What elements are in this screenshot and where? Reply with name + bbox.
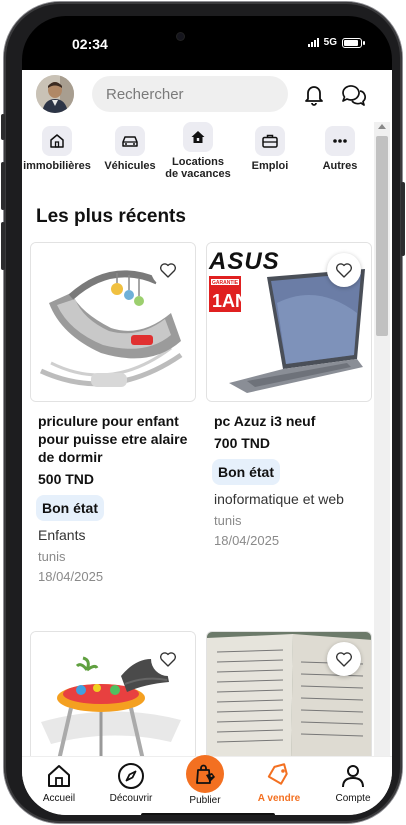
house-rent-icon bbox=[183, 122, 213, 152]
nav-compte[interactable]: Compte bbox=[318, 761, 388, 804]
search-bar[interactable] bbox=[92, 76, 288, 112]
nav-a-vendre[interactable]: A vendre bbox=[244, 761, 314, 804]
scrollbar-thumb[interactable] bbox=[376, 136, 388, 336]
category-immobilieres[interactable]: immobilières bbox=[22, 126, 93, 172]
category-bar: immobilières Véhicules Locations de vacan… bbox=[22, 122, 376, 196]
warranty-label: GARANTIE bbox=[212, 280, 239, 286]
volume-down-button bbox=[1, 222, 5, 270]
category-locations-vacances[interactable]: Locations de vacances bbox=[162, 122, 234, 180]
listing-date: 18/04/2025 bbox=[38, 569, 104, 584]
category-autres[interactable]: Autres bbox=[304, 126, 376, 172]
listing-location: tunis bbox=[214, 513, 242, 528]
battery-icon bbox=[342, 37, 365, 48]
favorite-button[interactable] bbox=[151, 253, 185, 287]
nav-decouvrir[interactable]: Découvrir bbox=[96, 761, 166, 804]
bag-tag-icon bbox=[186, 755, 224, 793]
category-label: Autres bbox=[322, 160, 358, 172]
home-indicator[interactable] bbox=[141, 813, 275, 815]
listing-location: tunis bbox=[38, 549, 66, 564]
listing-card[interactable] bbox=[30, 631, 196, 761]
condition-badge: Bon état bbox=[212, 459, 280, 485]
camera-icon bbox=[177, 33, 184, 40]
category-vehicules[interactable]: Véhicules bbox=[94, 126, 166, 172]
condition-badge: Bon état bbox=[36, 495, 104, 521]
nav-label: Compte bbox=[335, 793, 371, 804]
avatar-photo bbox=[36, 75, 74, 113]
listing-card[interactable] bbox=[206, 631, 372, 761]
dynamic-island bbox=[147, 22, 267, 52]
listing-card[interactable]: ASUS GARANTIE 1AN pc Azuz i3 neuf 700 TN… bbox=[206, 242, 372, 548]
bottom-nav: Accueil Découvrir Publier A vendre Compt… bbox=[22, 755, 392, 815]
listing-image bbox=[30, 631, 196, 761]
category-label: immobilières bbox=[23, 160, 91, 172]
listing-image: ASUS GARANTIE 1AN bbox=[206, 242, 372, 402]
nav-label: Accueil bbox=[42, 793, 76, 804]
avatar[interactable] bbox=[36, 75, 74, 113]
listing-image bbox=[206, 631, 372, 761]
nav-label: Découvrir bbox=[109, 793, 153, 804]
category-label: Emploi bbox=[251, 160, 289, 172]
listing-title: pc Azuz i3 neuf bbox=[214, 413, 316, 429]
network-label: 5G bbox=[323, 37, 337, 48]
category-label: Locations de vacances bbox=[165, 156, 231, 180]
car-icon bbox=[115, 126, 145, 156]
favorite-button[interactable] bbox=[327, 642, 361, 676]
listing-date: 18/04/2025 bbox=[214, 533, 280, 548]
status-indicators: 5G bbox=[307, 37, 365, 48]
person-icon bbox=[318, 761, 388, 791]
heart-icon bbox=[335, 652, 353, 667]
tag-icon bbox=[244, 761, 314, 791]
home-icon bbox=[42, 126, 72, 156]
screen: 02:34 5G Rechercher immobilières Véhicul… bbox=[22, 16, 392, 815]
header bbox=[22, 70, 392, 120]
listing-title: priculure pour enfant pour puisse etre a… bbox=[38, 413, 188, 465]
app-content: immobilières Véhicules Locationsde vacan… bbox=[22, 70, 392, 815]
section-title: Les plus récents bbox=[36, 206, 186, 227]
listing-price: 700 TND bbox=[214, 435, 271, 451]
more-icon bbox=[325, 126, 355, 156]
listing-category: inoformatique et web bbox=[214, 491, 344, 507]
category-label: Véhicules bbox=[104, 160, 156, 172]
listing-price: 500 TND bbox=[38, 471, 95, 487]
scrollbar[interactable] bbox=[374, 122, 390, 815]
nav-publier[interactable]: Publier bbox=[170, 755, 240, 806]
heart-icon bbox=[159, 263, 177, 278]
power-button bbox=[401, 182, 405, 256]
heart-icon bbox=[159, 652, 177, 667]
bell-icon[interactable] bbox=[302, 82, 326, 106]
mute-switch bbox=[1, 114, 5, 140]
home-outline-icon bbox=[24, 761, 94, 791]
signal-icon bbox=[307, 38, 319, 47]
volume-up-button bbox=[1, 162, 5, 210]
favorite-button[interactable] bbox=[327, 253, 361, 287]
warranty-duration: 1AN bbox=[212, 291, 248, 311]
listing-card[interactable]: priculure pour enfant pour puisse etre a… bbox=[30, 242, 196, 584]
listing-category: Enfants bbox=[38, 527, 86, 543]
briefcase-icon bbox=[255, 126, 285, 156]
status-time: 02:34 bbox=[72, 36, 108, 52]
category-emploi[interactable]: Emploi bbox=[234, 126, 306, 172]
status-bar: 02:34 5G bbox=[22, 16, 392, 70]
chat-icon[interactable] bbox=[340, 82, 366, 108]
brand-logo: ASUS bbox=[208, 248, 280, 275]
heart-icon bbox=[335, 263, 353, 278]
nav-label: A vendre bbox=[257, 793, 301, 804]
nav-label: Publier bbox=[189, 795, 221, 806]
search-input[interactable] bbox=[106, 85, 276, 103]
favorite-button[interactable] bbox=[151, 642, 185, 676]
phone-frame: 02:34 5G Rechercher immobilières Véhicul… bbox=[1, 2, 405, 823]
compass-icon bbox=[96, 761, 166, 791]
nav-accueil[interactable]: Accueil bbox=[24, 761, 94, 804]
scroll-up-arrow[interactable] bbox=[378, 124, 386, 129]
listing-image bbox=[30, 242, 196, 402]
